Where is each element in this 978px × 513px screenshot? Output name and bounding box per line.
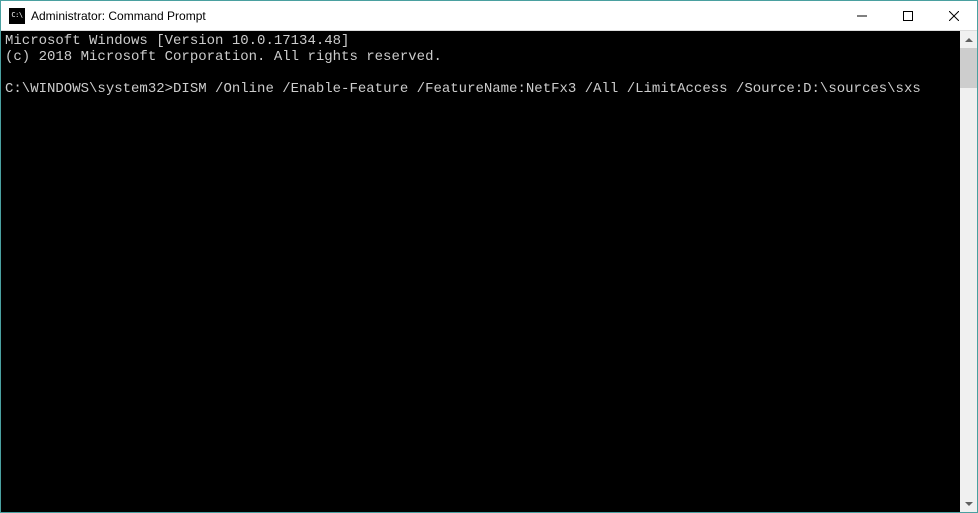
- scroll-down-button[interactable]: [960, 495, 977, 512]
- scroll-track[interactable]: [960, 48, 977, 495]
- maximize-button[interactable]: [885, 1, 931, 30]
- app-icon-text: C:\: [11, 12, 22, 19]
- maximize-icon: [903, 11, 913, 21]
- titlebar[interactable]: C:\ Administrator: Command Prompt: [1, 1, 977, 31]
- minimize-button[interactable]: [839, 1, 885, 30]
- command-text: DISM /Online /Enable-Feature /FeatureNam…: [173, 81, 921, 97]
- copyright-line: (c) 2018 Microsoft Corporation. All righ…: [5, 49, 442, 65]
- window-controls: [839, 1, 977, 30]
- scroll-thumb[interactable]: [960, 48, 977, 88]
- prompt-line: C:\WINDOWS\system32>DISM /Online /Enable…: [5, 81, 921, 97]
- terminal-output[interactable]: Microsoft Windows [Version 10.0.17134.48…: [1, 31, 960, 512]
- close-icon: [949, 11, 959, 21]
- minimize-icon: [857, 11, 867, 21]
- chevron-down-icon: [965, 502, 973, 506]
- content-area: Microsoft Windows [Version 10.0.17134.48…: [1, 31, 977, 512]
- vertical-scrollbar[interactable]: [960, 31, 977, 512]
- version-line: Microsoft Windows [Version 10.0.17134.48…: [5, 33, 349, 49]
- close-button[interactable]: [931, 1, 977, 30]
- scroll-up-button[interactable]: [960, 31, 977, 48]
- app-icon: C:\: [9, 8, 25, 24]
- chevron-up-icon: [965, 38, 973, 42]
- prompt-path: C:\WINDOWS\system32>: [5, 81, 173, 97]
- command-prompt-window: C:\ Administrator: Command Prompt Micros…: [0, 0, 978, 513]
- window-title: Administrator: Command Prompt: [31, 9, 206, 23]
